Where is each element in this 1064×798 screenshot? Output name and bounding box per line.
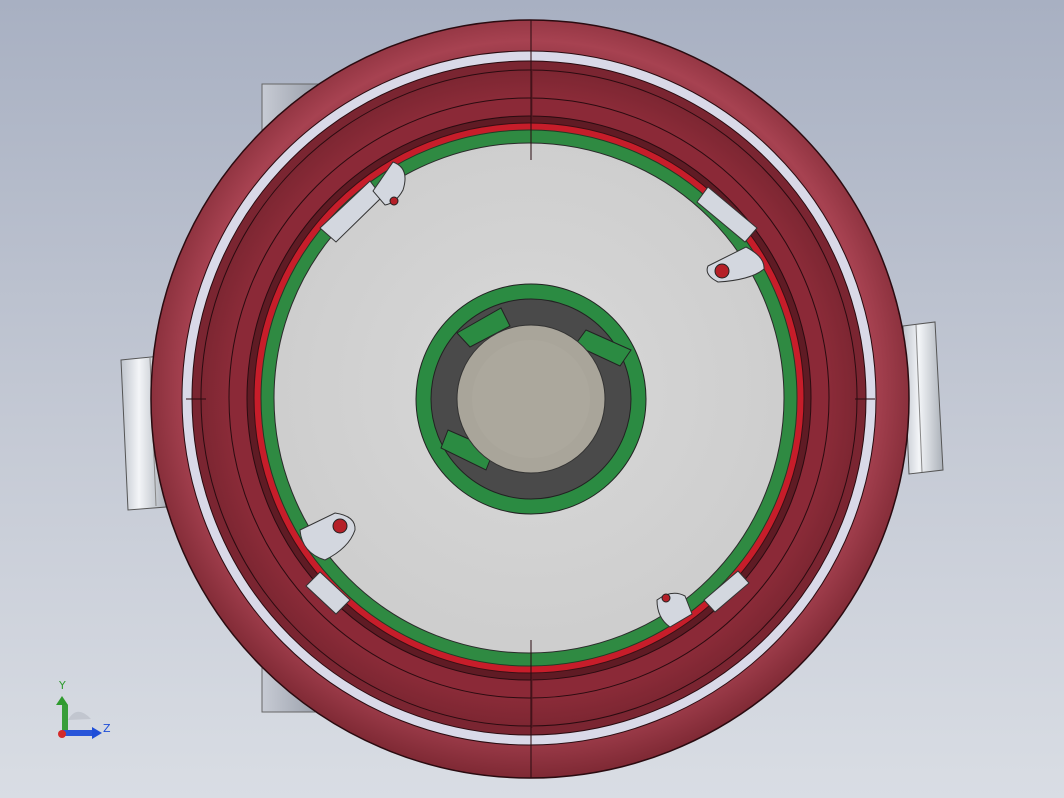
3d-viewport[interactable]: Y Z bbox=[0, 0, 1064, 798]
z-axis-label: Z bbox=[103, 722, 111, 735]
hub-assembly bbox=[415, 283, 647, 515]
axis-triad: Y Z bbox=[50, 676, 120, 746]
cad-model-view[interactable] bbox=[0, 0, 1064, 798]
y-axis-label: Y bbox=[59, 679, 66, 692]
